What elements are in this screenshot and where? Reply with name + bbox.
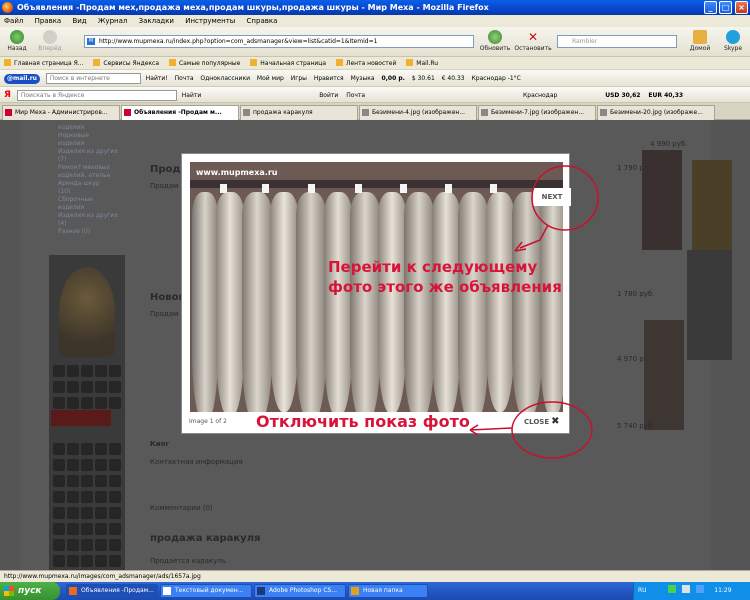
start-label: пуск	[18, 586, 42, 596]
task-folder[interactable]: Новая папка	[348, 584, 428, 598]
windows-logo-icon	[4, 586, 14, 596]
language-indicator[interactable]: RU	[638, 587, 647, 594]
task-label: Новая папка	[363, 587, 403, 594]
folder-icon	[351, 587, 359, 595]
taskbar: пуск Объявления -Продам... Текстовый док…	[0, 582, 750, 600]
status-bar: http://www.mupmexa.ru/images/com_adsmana…	[0, 570, 750, 582]
firefox-task-icon	[69, 587, 77, 595]
next-arrow	[519, 224, 549, 249]
status-text: http://www.mupmexa.ru/images/com_adsmana…	[4, 573, 201, 580]
close-arrow	[469, 427, 513, 431]
close-highlight-circle	[511, 401, 593, 459]
close-hint: Отключить показ фото	[256, 412, 470, 431]
photoshop-icon	[257, 587, 265, 595]
system-tray: RU 11:29	[633, 582, 750, 600]
start-button[interactable]: пуск	[0, 582, 60, 600]
task-label: Adobe Photoshop CS...	[269, 587, 338, 594]
task-notepad[interactable]: Текстовый докумен...	[160, 584, 252, 598]
task-label: Текстовый докумен...	[175, 587, 244, 594]
tray-icon[interactable]	[682, 585, 691, 593]
next-hint-line2: фото этого же объявления	[328, 278, 562, 296]
next-highlight-circle	[531, 165, 599, 231]
tray-icon[interactable]	[696, 585, 705, 593]
task-firefox[interactable]: Объявления -Продам...	[66, 584, 158, 598]
task-photoshop[interactable]: Adobe Photoshop CS...	[254, 584, 346, 598]
task-label: Объявления -Продам...	[81, 587, 154, 594]
tray-icon[interactable]	[668, 585, 677, 593]
annotation-overlay	[469, 165, 599, 459]
notepad-icon	[163, 587, 171, 595]
clock[interactable]: 11:29	[714, 587, 731, 594]
next-hint-line1: Перейти к следующему	[328, 258, 538, 276]
